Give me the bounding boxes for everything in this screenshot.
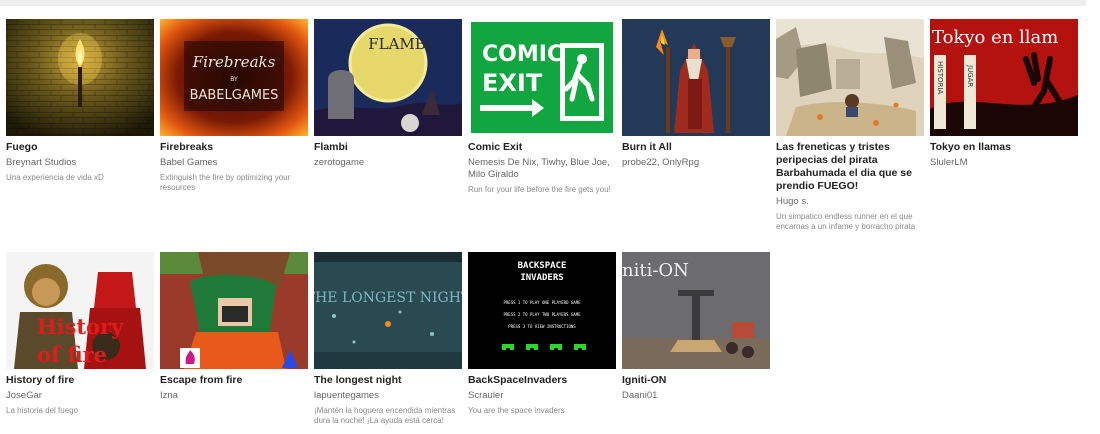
thumb-text: Firebreaks bbox=[192, 53, 276, 71]
game-thumbnail-flambi[interactable]: FLAMBI bbox=[314, 19, 462, 136]
thumb-text: HISTORIA bbox=[936, 61, 944, 94]
top-bar bbox=[0, 0, 1086, 6]
game-thumbnail-history-of-fire[interactable]: History of fire bbox=[6, 252, 154, 369]
game-author[interactable]: Babel Games bbox=[160, 157, 308, 169]
game-card-igniti-on[interactable]: niti-ON Igniti-ON Daani01 bbox=[622, 252, 770, 426]
thumb-text: COMIC bbox=[482, 42, 563, 67]
game-card-the-longest-night[interactable]: THE LONGEST NIGHT The longest night lapu… bbox=[314, 252, 462, 426]
game-author[interactable]: JoseGar bbox=[6, 390, 154, 402]
game-card-firebreaks[interactable]: Firebreaks BY BABELGAMES Firebreaks Babe… bbox=[160, 19, 308, 232]
thumb-text: INVADERS bbox=[520, 273, 563, 283]
game-description: Extinguish the fire by optimizing your r… bbox=[160, 173, 291, 192]
game-thumbnail-tokyo-en-llamas[interactable]: Tokyo en llam HISTORIA JUGAR bbox=[930, 19, 1078, 136]
game-author[interactable]: Nemesis De Nix, Tiwhy, Blue Joe, Milo Gi… bbox=[468, 157, 616, 181]
thumb-text: of fire bbox=[37, 342, 107, 367]
thumb-text: BY bbox=[230, 76, 238, 83]
game-thumbnail-barbahumada[interactable] bbox=[776, 19, 924, 136]
game-card-tokyo-en-llamas[interactable]: Tokyo en llam HISTORIA JUGAR Tokyo en ll… bbox=[930, 19, 1078, 232]
thumb-text: niti-ON bbox=[622, 260, 689, 281]
game-card-comic-exit[interactable]: COMIC EXIT Comic Exit Nemesis De Nix, Ti… bbox=[468, 19, 616, 232]
game-title[interactable]: Tokyo en llamas bbox=[930, 141, 1078, 154]
game-card-barbahumada[interactable]: Las freneticas y tristes peripecias del … bbox=[776, 19, 924, 232]
game-title[interactable]: Burn it All bbox=[622, 141, 770, 154]
game-row-2: History of fire History of fire JoseGar … bbox=[6, 252, 770, 426]
thumb-text: PRESS 1 TO PLAY ONE PLAYERD GAME bbox=[503, 300, 581, 305]
game-card-fuego[interactable]: Fuego Breynart Studios Una experiencia d… bbox=[6, 19, 154, 232]
game-author[interactable]: Hugo s. bbox=[776, 196, 924, 208]
game-card-burn-it-all[interactable]: Burn it All probe22, OnlyRpg bbox=[622, 19, 770, 232]
game-author[interactable]: probe22, OnlyRpg bbox=[622, 157, 770, 169]
game-author[interactable]: Daani01 bbox=[622, 390, 770, 402]
thumb-text: Tokyo en llam bbox=[932, 27, 1058, 48]
game-title[interactable]: Firebreaks bbox=[160, 141, 308, 154]
game-description: Un simpatico endless runner en el que en… bbox=[776, 212, 916, 231]
game-thumbnail-igniti-on[interactable]: niti-ON bbox=[622, 252, 770, 369]
thumb-text: History bbox=[37, 314, 124, 339]
thumb-text: PRESS 3 TO VIEW INSTRUCTIONS bbox=[508, 324, 576, 329]
game-grid: Fuego Breynart Studios Una experiencia d… bbox=[6, 19, 1078, 425]
thumb-text: BACKSPACE bbox=[518, 261, 567, 271]
game-author[interactable]: SlulerLM bbox=[930, 157, 1078, 169]
game-author[interactable]: lapuentegames bbox=[314, 390, 462, 402]
game-thumbnail-comic-exit[interactable]: COMIC EXIT bbox=[468, 19, 616, 136]
game-thumbnail-the-longest-night[interactable]: THE LONGEST NIGHT bbox=[314, 252, 462, 369]
thumb-text: BABELGAMES bbox=[190, 88, 279, 103]
game-title[interactable]: Flambi bbox=[314, 141, 462, 154]
game-title[interactable]: Escape from fire bbox=[160, 374, 308, 387]
game-card-escape-from-fire[interactable]: Escape from fire Izna bbox=[160, 252, 308, 426]
thumb-text: FLAMBI bbox=[368, 35, 432, 53]
game-description: La historia del fuego bbox=[6, 406, 79, 415]
thumb-text: THE LONGEST NIGHT bbox=[314, 290, 462, 306]
game-thumbnail-firebreaks[interactable]: Firebreaks BY BABELGAMES bbox=[160, 19, 308, 136]
game-description: Una experiencia de vida xD bbox=[6, 173, 104, 182]
game-author[interactable]: Scrauler bbox=[468, 390, 616, 402]
game-card-flambi[interactable]: FLAMBI Flambi zerotogame bbox=[314, 19, 462, 232]
game-author[interactable]: Izna bbox=[160, 390, 308, 402]
game-description: ¡Mantén la hoguera encendida mientras du… bbox=[314, 406, 456, 425]
game-title[interactable]: Igniti-ON bbox=[622, 374, 770, 387]
game-title[interactable]: Fuego bbox=[6, 141, 154, 154]
thumb-text: EXIT bbox=[482, 69, 543, 97]
game-title[interactable]: History of fire bbox=[6, 374, 154, 387]
game-description: Run for your life before the fire gets y… bbox=[468, 185, 611, 194]
thumb-text: PRESS 2 TO PLAY TWO PLAYERS GAME bbox=[503, 312, 581, 317]
game-card-backspaceinvaders[interactable]: BACKSPACE INVADERS PRESS 1 TO PLAY ONE P… bbox=[468, 252, 616, 426]
game-card-history-of-fire[interactable]: History of fire History of fire JoseGar … bbox=[6, 252, 154, 426]
game-description: You are the space invaders bbox=[468, 406, 565, 415]
game-thumbnail-burn-it-all[interactable] bbox=[622, 19, 770, 136]
game-thumbnail-backspaceinvaders[interactable]: BACKSPACE INVADERS PRESS 1 TO PLAY ONE P… bbox=[468, 252, 616, 369]
game-author[interactable]: Breynart Studios bbox=[6, 157, 154, 169]
game-thumbnail-escape-from-fire[interactable] bbox=[160, 252, 308, 369]
game-thumbnail-fuego[interactable] bbox=[6, 19, 154, 136]
game-title[interactable]: Las freneticas y tristes peripecias del … bbox=[776, 141, 924, 193]
game-author[interactable]: zerotogame bbox=[314, 157, 462, 169]
game-title[interactable]: Comic Exit bbox=[468, 141, 616, 154]
thumb-text: JUGAR bbox=[966, 64, 974, 87]
game-title[interactable]: The longest night bbox=[314, 374, 462, 387]
game-row-1: Fuego Breynart Studios Una experiencia d… bbox=[6, 19, 1078, 232]
game-title[interactable]: BackSpaceInvaders bbox=[468, 374, 616, 387]
